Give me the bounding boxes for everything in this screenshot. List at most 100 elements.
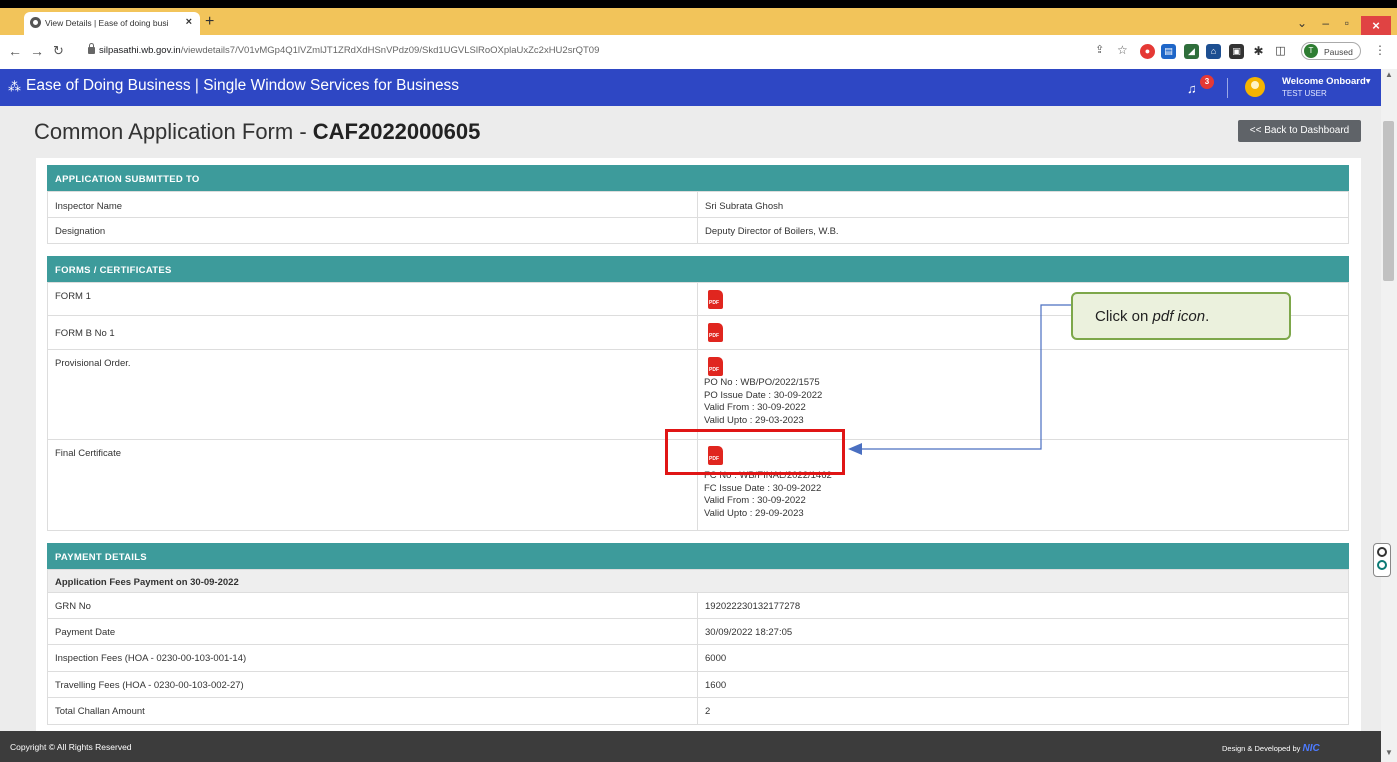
row-label: Inspection Fees (HOA - 0230-00-103-001-1…: [55, 653, 247, 664]
tab-search-icon[interactable]: ⌄: [1297, 16, 1307, 30]
row-label: Inspector Name: [55, 201, 123, 212]
close-tab-icon[interactable]: ×: [186, 16, 192, 28]
user-avatar[interactable]: [1245, 77, 1265, 97]
minimize-icon[interactable]: –: [1322, 16, 1329, 30]
forward-arrow-icon[interactable]: →: [30, 43, 44, 59]
application-id: CAF2022000605: [312, 119, 481, 144]
payment-subheader: Application Fees Payment on 30-09-2022: [47, 569, 1349, 593]
app-title[interactable]: Ease of Doing Business | Single Window S…: [26, 77, 459, 95]
window-close-icon[interactable]: ×: [1361, 16, 1391, 36]
extension-new-icon[interactable]: ▤: [1161, 44, 1176, 59]
pdf-icon[interactable]: PDF: [708, 357, 723, 376]
po-issue-date: PO Issue Date : 30-09-2022: [704, 389, 823, 401]
table-row: Total Challan Amount 2: [47, 698, 1349, 725]
footer: Copyright © All Rights Reserved Design &…: [0, 731, 1381, 762]
row-label: Final Certificate: [55, 448, 121, 459]
row-value: Sri Subrata Ghosh: [705, 201, 784, 212]
pdf-icon[interactable]: PDF: [708, 323, 723, 342]
close-circle-icon[interactable]: [1377, 547, 1387, 557]
scrollbar-thumb[interactable]: [1383, 121, 1394, 281]
column-divider: [697, 316, 698, 349]
bell-icon[interactable]: ♫: [1187, 81, 1197, 96]
reload-icon[interactable]: ↻: [53, 43, 64, 59]
column-divider: [697, 218, 698, 243]
notification-badge[interactable]: 3: [1200, 75, 1214, 89]
callout-text: Click on: [1095, 308, 1153, 325]
table-row: Inspection Fees (HOA - 0230-00-103-001-1…: [47, 645, 1349, 672]
table-row: Designation Deputy Director of Boilers, …: [47, 218, 1349, 244]
network-logo-icon: ⁂: [8, 79, 21, 94]
row-label: GRN No: [55, 601, 91, 612]
e-circle-icon[interactable]: [1377, 560, 1387, 570]
row-value: 6000: [705, 653, 727, 664]
extension-adblock-icon[interactable]: ●: [1140, 44, 1155, 59]
browser-menu-icon[interactable]: ⋮: [1374, 43, 1386, 57]
extensions-puzzle-icon[interactable]: ✱: [1251, 44, 1266, 59]
row-value: 192022230132177278: [705, 601, 801, 612]
pdf-icon-label: PDF: [709, 333, 719, 339]
globe-icon: [30, 17, 41, 28]
row-label: Designation: [55, 226, 106, 237]
fc-valid-from: Valid From : 30-09-2022: [704, 495, 806, 506]
row-label: FORM 1: [55, 291, 91, 302]
row-label: Travelling Fees (HOA - 0230-00-103-002-2…: [55, 680, 244, 691]
bookmark-star-icon[interactable]: ☆: [1117, 43, 1128, 57]
share-icon[interactable]: ⇪: [1095, 43, 1104, 56]
copyright-text: Copyright © All Rights Reserved: [10, 742, 132, 752]
row-value: 1600: [705, 680, 727, 691]
section-header-forms: FORMS / CERTIFICATES: [47, 256, 1349, 282]
welcome-text: Welcome Onboard: [1282, 76, 1366, 87]
row-label: Provisional Order.: [55, 358, 131, 369]
callout-suffix: .: [1205, 308, 1210, 325]
profile-avatar: T: [1304, 44, 1318, 58]
restore-icon[interactable]: ▫: [1345, 16, 1349, 30]
lock-icon[interactable]: [88, 43, 95, 54]
final-certificate-details: FC No : WB/FINAL/2022/1462 FC Issue Date…: [704, 470, 832, 520]
column-divider: [697, 619, 698, 644]
extension-square-icon[interactable]: ▣: [1229, 44, 1244, 59]
side-panel-icon[interactable]: ◫: [1273, 44, 1288, 59]
row-label: Total Challan Amount: [55, 706, 145, 717]
fc-issue-date: FC Issue Date : 30-09-2022: [704, 482, 822, 494]
po-valid-upto: Valid Upto : 29-03-2023: [704, 414, 804, 426]
url-field[interactable]: silpasathi.wb.gov.in/viewdetails7/V01vMG…: [99, 45, 599, 56]
new-tab-icon[interactable]: +: [205, 13, 214, 31]
table-row: Inspector Name Sri Subrata Ghosh: [47, 191, 1349, 218]
pdf-icon-label: PDF: [709, 300, 719, 306]
nic-logo[interactable]: NIC: [1302, 743, 1319, 754]
developer-credit-text: Design & Developed by: [1222, 744, 1301, 753]
floating-widget[interactable]: [1373, 543, 1391, 577]
username: TEST USER: [1282, 89, 1327, 98]
scroll-down-icon[interactable]: ▼: [1385, 748, 1393, 757]
fc-valid-upto: Valid Upto : 29-09-2023: [704, 507, 804, 519]
row-value: 30/09/2022 18:27:05: [705, 627, 793, 638]
address-bar: ← → ↻ silpasathi.wb.gov.in/viewdetails7/…: [0, 35, 1397, 70]
column-divider: [697, 283, 698, 315]
row-value: Deputy Director of Boilers, W.B.: [705, 226, 839, 237]
column-divider: [697, 350, 698, 439]
back-to-dashboard-button[interactable]: << Back to Dashboard: [1238, 120, 1361, 142]
pdf-icon[interactable]: PDF: [708, 290, 723, 309]
row-label: Payment Date: [55, 627, 116, 638]
header-divider: [1227, 78, 1228, 98]
highlight-box: [665, 429, 845, 475]
developer-credit: Design & Developed by NIC: [1222, 743, 1320, 754]
column-divider: [697, 192, 698, 217]
row-value: 2: [705, 706, 711, 717]
column-divider: [697, 672, 698, 697]
user-menu[interactable]: Welcome Onboard▾: [1282, 76, 1371, 87]
callout-emphasis: pdf icon: [1152, 308, 1206, 325]
profile-button[interactable]: T Paused: [1301, 42, 1361, 60]
scroll-up-icon[interactable]: ▲: [1385, 70, 1393, 79]
browser-tab[interactable]: View Details | Ease of doing busi ×: [24, 12, 200, 35]
tab-title: View Details | Ease of doing busi: [45, 18, 169, 28]
page-title-prefix: Common Application Form -: [34, 119, 313, 144]
back-arrow-icon[interactable]: ←: [8, 43, 22, 59]
app-header: ⁂ Ease of Doing Business | Single Window…: [0, 69, 1381, 106]
extension-translate-icon[interactable]: ◢: [1184, 44, 1199, 59]
instruction-callout: Click on pdf icon.: [1071, 292, 1291, 340]
table-row: Payment Date 30/09/2022 18:27:05: [47, 619, 1349, 645]
extension-home-icon[interactable]: ⌂: [1206, 44, 1221, 59]
table-row: Travelling Fees (HOA - 0230-00-103-002-2…: [47, 672, 1349, 698]
po-valid-from: Valid From : 30-09-2022: [704, 402, 806, 413]
